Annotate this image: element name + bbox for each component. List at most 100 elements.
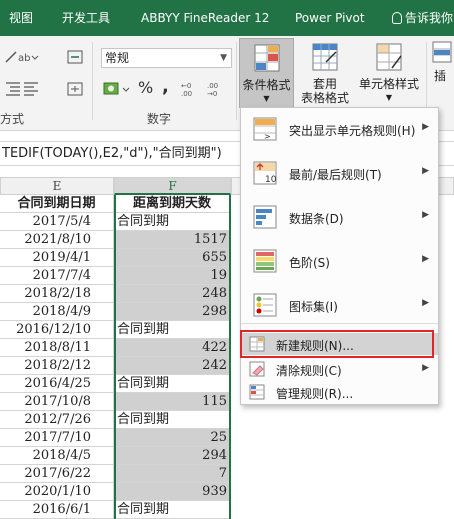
insert-button[interactable]: 插 <box>430 38 454 108</box>
cell-days-left[interactable]: 19 <box>114 267 230 285</box>
cell-contract-date[interactable]: 2017/7/10 <box>0 429 114 447</box>
cell-days-left[interactable]: 939 <box>114 483 230 501</box>
menu-item-icon-sets[interactable]: 图标集(I) ▶ <box>241 284 438 328</box>
cell-contract-date[interactable]: 2017/10/8 <box>0 393 114 411</box>
menu-item-data-bars[interactable]: 数据条(D) ▶ <box>241 196 438 240</box>
icon-sets-icon <box>253 293 277 317</box>
cell-days-left[interactable]: 合同到期 <box>114 213 230 231</box>
cell-contract-date[interactable]: 2020/1/10 <box>0 483 114 501</box>
merge-center-icon[interactable] <box>66 80 86 98</box>
cell-contract-date[interactable]: 2021/8/10 <box>0 231 114 249</box>
header-cell-contract-date[interactable]: 合同到期日期 <box>0 195 114 213</box>
menu-label-icon-sets: 图标集(I) <box>289 300 338 314</box>
header-cell-days-left[interactable]: 距离到期天数 <box>114 195 230 213</box>
number-group-label: 数字 <box>147 112 172 126</box>
cell-days-left[interactable]: 422 <box>114 339 230 357</box>
menu-item-highlight-rules[interactable]: > 突出显示单元格规则(H) ▶ <box>241 108 438 152</box>
menu-separator <box>241 323 438 324</box>
increase-decimal-icon[interactable]: ←0.00 <box>180 80 202 98</box>
menu-item-top-bottom-rules[interactable]: 10 最前/最后规则(T) ▶ <box>241 152 438 196</box>
cell-contract-date[interactable]: 2018/2/12 <box>0 357 114 375</box>
cell-days-left[interactable]: 合同到期 <box>114 501 230 519</box>
format-as-table-label-2: 表格格式 <box>300 91 349 105</box>
cell-days-left[interactable]: 7 <box>114 465 230 483</box>
insert-label: 插 <box>434 69 447 83</box>
cell-styles-button[interactable]: 单元格样式 ▼ <box>356 38 422 108</box>
highlight-rules-icon: > <box>253 117 277 141</box>
table-row: 2018/4/5 294 <box>0 447 454 465</box>
table-row: 2016/6/1 合同到期 <box>0 501 454 519</box>
tab-abbyy[interactable]: ABBYY FineReader 12 <box>141 0 269 36</box>
ribbon-separator <box>92 42 93 120</box>
tab-view[interactable]: 视图 <box>9 0 33 36</box>
orientation-icon[interactable]: ab <box>4 48 40 66</box>
conditional-formatting-button[interactable]: 条件格式 ▼ <box>239 38 294 108</box>
tab-power-pivot[interactable]: Power Pivot <box>295 0 365 36</box>
column-header-e[interactable]: E <box>0 177 114 195</box>
chevron-down-icon: ▼ <box>220 53 227 63</box>
chevron-right-icon: ▶ <box>422 210 429 220</box>
table-row: 2017/7/10 25 <box>0 429 454 447</box>
svg-text:.00: .00 <box>207 82 218 90</box>
table-row: 2017/6/22 7 <box>0 465 454 483</box>
table-row: 2020/1/10 939 <box>0 483 454 501</box>
menu-item-clear-rules[interactable]: 清除规则(C) ▶ <box>241 358 438 380</box>
alignment-group-label: 方式 <box>0 112 25 126</box>
cell-contract-date[interactable]: 2018/8/11 <box>0 339 114 357</box>
cell-contract-date[interactable]: 2016/4/25 <box>0 375 114 393</box>
cell-contract-date[interactable]: 2016/6/1 <box>0 501 114 519</box>
menu-label-color-scales: 色阶(S) <box>289 256 330 270</box>
tell-me-box[interactable]: 告诉我你 <box>392 0 453 36</box>
column-header-f[interactable]: F <box>114 177 231 195</box>
menu-label-data-bars: 数据条(D) <box>289 212 344 226</box>
cell-days-left[interactable]: 合同到期 <box>114 375 230 393</box>
cell-contract-date[interactable]: 2012/7/26 <box>0 411 114 429</box>
chevron-right-icon: ▶ <box>422 363 429 373</box>
cell-days-left[interactable]: 248 <box>114 285 230 303</box>
cell-days-left[interactable]: 合同到期 <box>114 321 230 339</box>
cell-days-left[interactable]: 1517 <box>114 231 230 249</box>
comma-button[interactable]: , <box>162 76 169 97</box>
svg-text:>: > <box>264 132 271 141</box>
cell-contract-date[interactable]: 2018/4/9 <box>0 303 114 321</box>
new-rule-icon <box>249 336 265 352</box>
menu-label-highlight-rules: 突出显示单元格规则(H) <box>289 124 416 138</box>
cell-days-left[interactable]: 298 <box>114 303 230 321</box>
chevron-down-icon: ▼ <box>385 93 393 102</box>
cell-contract-date[interactable]: 2018/4/5 <box>0 447 114 465</box>
menu-item-manage-rules[interactable]: 管理规则(R)... <box>241 381 438 403</box>
number-format-value: 常规 <box>105 51 130 65</box>
wrap-merge-icon[interactable] <box>66 48 86 66</box>
format-as-table-label-1: 套用 <box>312 77 337 91</box>
cell-days-left[interactable]: 25 <box>114 429 230 447</box>
cell-days-left[interactable]: 115 <box>114 393 230 411</box>
tab-developer[interactable]: 开发工具 <box>62 0 110 36</box>
menu-item-color-scales[interactable]: 色阶(S) ▶ <box>241 240 438 284</box>
cell-contract-date[interactable]: 2019/4/1 <box>0 249 114 267</box>
cell-contract-date[interactable]: 2017/5/4 <box>0 213 114 231</box>
svg-text:.00: .00 <box>181 90 192 98</box>
ribbon-tab-bar: 视图 开发工具 ABBYY FineReader 12 Power Pivot … <box>0 0 454 36</box>
menu-item-new-rule[interactable]: 新建规则(N)... <box>241 333 438 355</box>
lightbulb-icon <box>392 12 402 24</box>
cell-contract-date[interactable]: 2018/2/18 <box>0 285 114 303</box>
cell-contract-date[interactable]: 2016/12/10 <box>0 321 114 339</box>
cell-days-left[interactable]: 294 <box>114 447 230 465</box>
svg-text:ab: ab <box>18 53 30 64</box>
table-row: 2012/7/26 合同到期 <box>0 411 454 429</box>
accounting-format-icon[interactable] <box>102 80 132 98</box>
cell-days-left[interactable]: 合同到期 <box>114 411 230 429</box>
cell-days-left[interactable]: 242 <box>114 357 230 375</box>
number-format-select[interactable]: 常规 ▼ <box>101 48 232 68</box>
decrease-decimal-icon[interactable]: .00→0 <box>206 80 228 98</box>
insert-cells-icon <box>432 41 452 63</box>
percent-button[interactable]: % <box>138 78 153 97</box>
chevron-right-icon: ▶ <box>422 298 429 308</box>
cell-days-left[interactable]: 655 <box>114 249 230 267</box>
cell-contract-date[interactable]: 2017/7/4 <box>0 267 114 285</box>
cell-contract-date[interactable]: 2017/6/22 <box>0 465 114 483</box>
format-as-table-button[interactable]: 套用 表格格式 <box>296 38 354 108</box>
conditional-formatting-icon <box>254 44 279 72</box>
chevron-right-icon: ▶ <box>422 122 429 132</box>
indent-icon[interactable] <box>4 80 40 96</box>
